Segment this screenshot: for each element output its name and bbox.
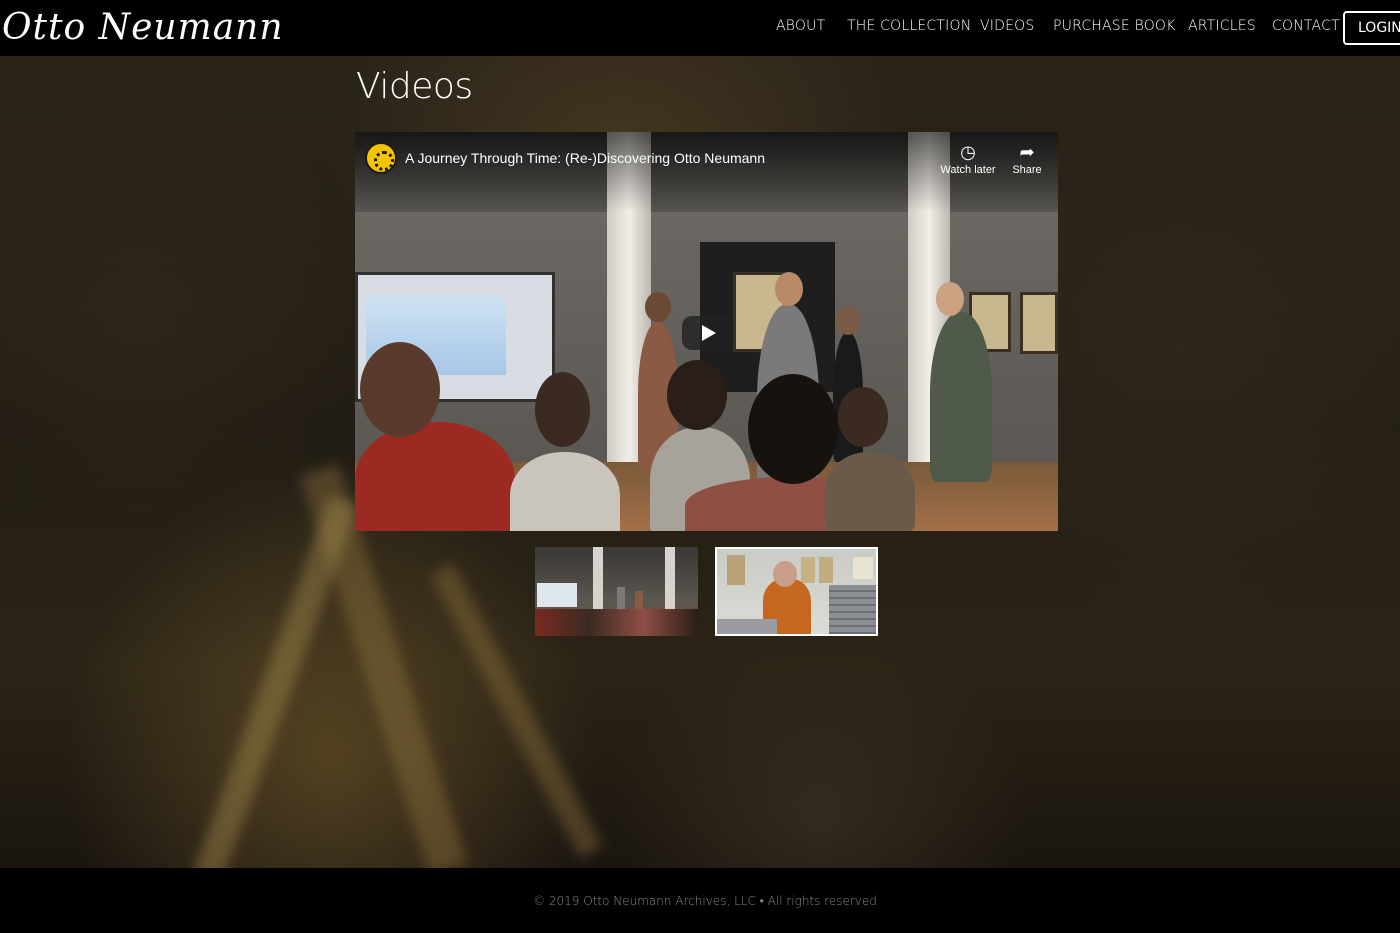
share-button[interactable]: ➦ Share [997,142,1057,176]
nav-videos[interactable]: VIDEOS [980,18,1034,34]
page-title: Videos [356,66,473,107]
video-title[interactable]: A Journey Through Time: (Re-)Discovering… [405,150,765,166]
nav-the-collection[interactable]: THE COLLECTION [847,18,971,34]
watch-later-label: Watch later [940,164,996,176]
video-player[interactable]: A Journey Through Time: (Re-)Discovering… [355,132,1058,531]
nav-articles[interactable]: ARTICLES [1188,18,1256,34]
video-thumbnail-2[interactable] [715,547,878,636]
login-button[interactable]: LOGIN [1343,11,1400,45]
video-frame-artwork [1020,292,1058,354]
copyright-text: © 2019 Otto Neumann Archives, LLC • All … [533,894,877,908]
nav-contact[interactable]: CONTACT [1272,18,1340,34]
main-nav: ABOUT THE COLLECTION VIDEOS PURCHASE BOO… [0,0,1400,56]
channel-logo-icon[interactable] [365,142,397,174]
watch-later-button[interactable]: ◷ Watch later [938,142,998,176]
video-thumbnail-1[interactable] [535,547,698,636]
site-footer: © 2019 Otto Neumann Archives, LLC • All … [0,868,1400,933]
nav-purchase-book[interactable]: PURCHASE BOOK [1053,18,1176,34]
share-arrow-icon: ➦ [1019,142,1035,162]
nav-about[interactable]: ABOUT [776,18,825,34]
site-header: Otto Neumann ABOUT THE COLLECTION VIDEOS… [0,0,1400,56]
play-icon[interactable] [682,316,732,350]
clock-icon: ◷ [960,142,976,162]
share-label: Share [1012,164,1042,176]
